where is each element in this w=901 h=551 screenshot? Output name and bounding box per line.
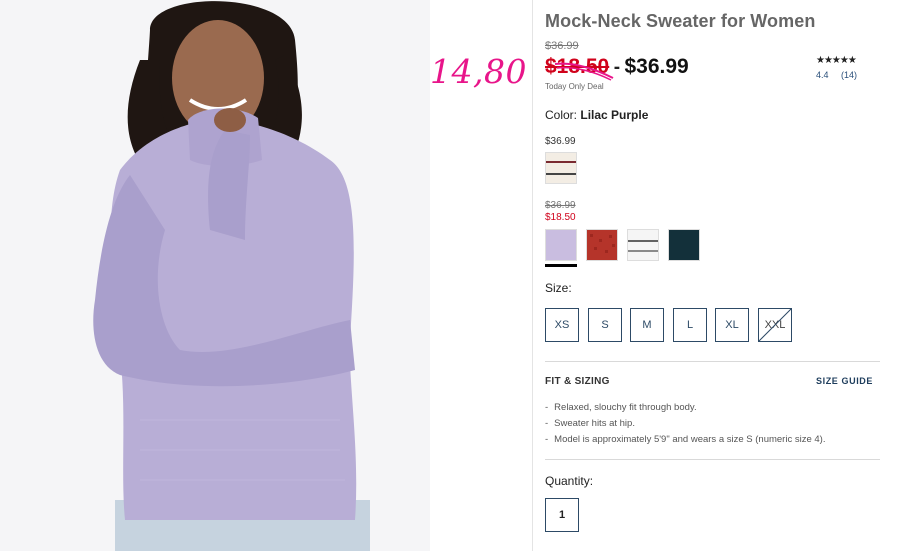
original-price: $36.99	[545, 40, 579, 52]
fit-sizing-heading: FIT & SIZING	[545, 376, 610, 387]
stripe-pattern-icon	[546, 161, 576, 175]
size-l-button[interactable]: L	[673, 308, 707, 342]
size-xl-button[interactable]: XL	[715, 308, 749, 342]
rating-numbers: 4.4 (14)	[816, 70, 867, 80]
regular-price: $36.99	[624, 55, 689, 78]
swatch-red-marled[interactable]	[586, 229, 618, 261]
selected-swatch-indicator	[545, 264, 577, 267]
size-s-button[interactable]: S	[588, 308, 622, 342]
swatch-group-sale-price: $18.50	[545, 212, 576, 223]
handwritten-price-annotation: 14,80	[430, 52, 527, 91]
swatch-cream-stripe[interactable]	[545, 152, 577, 184]
fit-detail-item: Relaxed, slouchy fit through body.	[545, 400, 825, 416]
quantity-selector[interactable]: 1	[545, 498, 579, 532]
swatch-lilac[interactable]	[545, 229, 577, 261]
product-photo[interactable]	[0, 0, 430, 551]
unavailable-slash-icon	[759, 309, 791, 341]
deal-text: Today Only Deal	[545, 82, 604, 91]
color-label-text: Color:	[545, 108, 578, 122]
rating-summary[interactable]: ★★★★★ 4.4 (14)	[816, 55, 867, 80]
selected-color-name: Lilac Purple	[580, 108, 649, 122]
quantity-label: Quantity:	[545, 474, 594, 488]
size-m-button[interactable]: M	[630, 308, 664, 342]
review-count[interactable]: (14)	[841, 70, 857, 80]
vertical-divider	[532, 0, 533, 551]
size-xxl-button[interactable]: XXL	[758, 308, 792, 342]
price-separator: -	[613, 57, 621, 78]
size-xs-button[interactable]: XS	[545, 308, 579, 342]
model-wearing-sweater-illustration	[0, 0, 430, 551]
knit-texture-icon	[590, 234, 615, 253]
fit-details-list: Relaxed, slouchy fit through body. Sweat…	[545, 400, 825, 448]
size-label: Size:	[545, 281, 572, 295]
color-label: Color: Lilac Purple	[545, 108, 648, 122]
fit-detail-item: Model is approximately 5'9" and wears a …	[545, 432, 825, 448]
swatch-group-price: $36.99	[545, 136, 576, 147]
stripe-pattern-icon	[628, 240, 658, 252]
section-divider	[545, 361, 880, 362]
swatch-group-original-price: $36.99	[545, 200, 576, 211]
sale-price: $18.50	[545, 55, 610, 78]
size-guide-link[interactable]: SIZE GUIDE	[816, 376, 873, 386]
fit-detail-item: Sweater hits at hip.	[545, 416, 825, 432]
rating-score: 4.4	[816, 70, 829, 80]
star-rating-icon: ★★★★★	[816, 55, 857, 66]
swatch-dark-teal[interactable]	[668, 229, 700, 261]
price-row: $18.50 - $36.99	[545, 55, 689, 79]
product-title: Mock-Neck Sweater for Women	[545, 11, 816, 31]
section-divider	[545, 459, 880, 460]
swatch-white-stripe[interactable]	[627, 229, 659, 261]
